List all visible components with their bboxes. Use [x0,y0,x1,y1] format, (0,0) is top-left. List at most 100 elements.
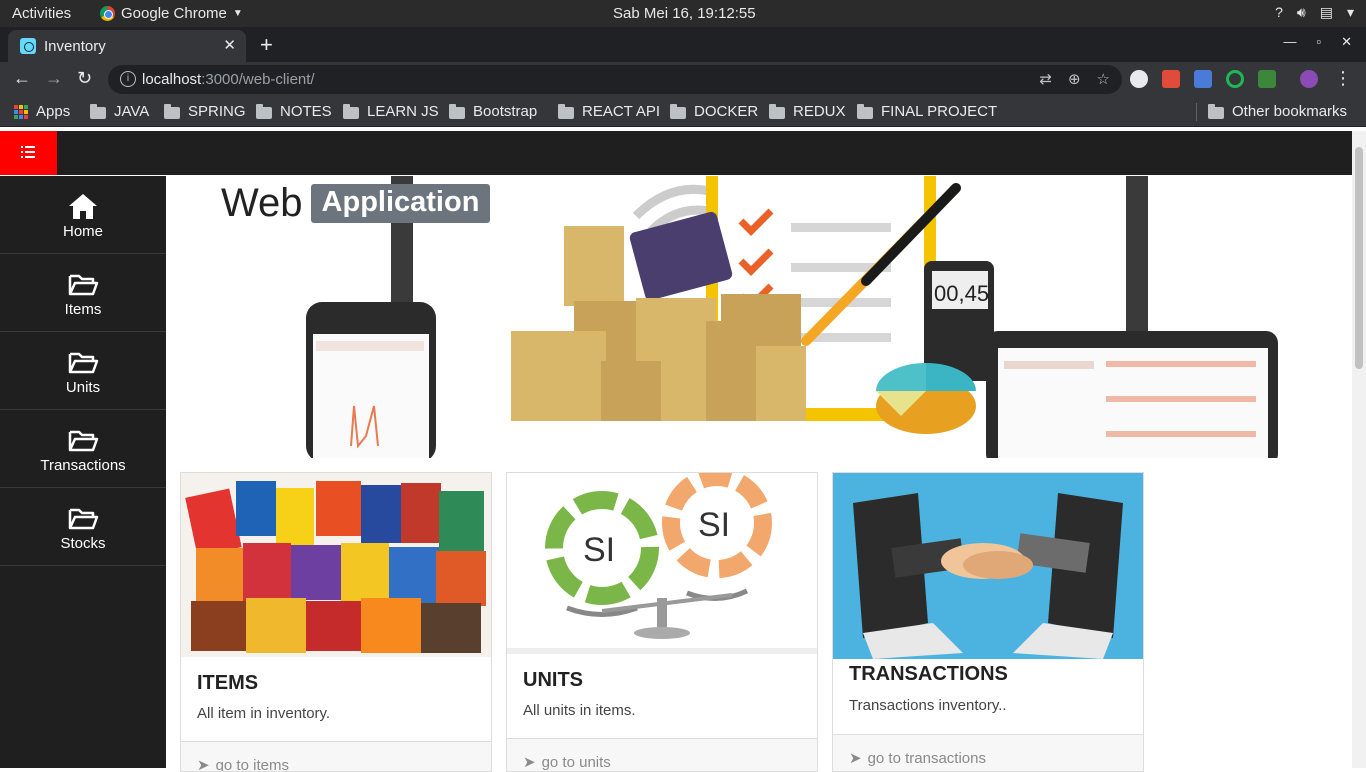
chevron-down-icon: ▼ [233,8,243,19]
question-icon[interactable]: ? [1275,4,1283,21]
sidebar-item-label: Transactions [0,457,166,474]
activities-button[interactable]: Activities [12,5,71,22]
bookmark-label: Bootstrap [473,103,537,120]
extension-h-icon[interactable] [1130,70,1148,88]
bookmark-label: SPRING [188,103,246,120]
folder-open-icon [67,270,99,298]
web-page: Home Items Units Transactions Stocks [0,131,1352,768]
card-items: ITEMS All item in inventory. ➤ go to ite… [180,472,492,772]
app-menu[interactable]: Google Chrome ▼ [100,5,243,22]
tab-strip: Inventory ✕ + — ▫ ✕ [0,27,1366,62]
bookmark-folder[interactable]: SPRING [164,103,246,120]
hero-title-text: Web [221,181,303,226]
bookmark-folder[interactable]: JAVA [90,103,149,120]
profile-avatar-icon[interactable] [1300,70,1318,88]
folder-icon [670,107,686,119]
card-title: TRANSACTIONS [849,663,1008,686]
home-icon [67,192,99,220]
bookmark-label: FINAL PROJECT [881,103,997,120]
close-tab-icon[interactable]: ✕ [223,36,236,54]
card-units: SI SI UNITS All units in items. ➤ go to … [506,472,818,772]
card-title: ITEMS [197,672,258,695]
folder-icon [449,107,465,119]
sidebar-item-home[interactable]: Home [0,176,166,254]
forward-arrow-icon[interactable]: → [45,68,63,89]
site-info-icon[interactable]: i [120,71,136,87]
location-arrow-icon: ➤ [849,749,862,767]
system-tray[interactable]: ? 🔊︎ ▤ ▾ [1275,4,1354,21]
location-arrow-icon: ➤ [523,753,536,771]
close-window-icon[interactable]: ✕ [1341,34,1352,50]
chrome-icon [100,6,115,21]
folder-open-icon [67,504,99,532]
extension-red-icon[interactable] [1162,70,1180,88]
maximize-icon[interactable]: ▫ [1316,34,1321,50]
bookmark-label: DOCKER [694,103,758,120]
sidebar-item-label: Items [0,301,166,318]
go-to-items-link[interactable]: ➤ go to items [197,756,289,772]
bookmark-folder[interactable]: FINAL PROJECT [857,103,997,120]
go-to-units-link[interactable]: ➤ go to units [523,753,611,771]
window-controls: — ▫ ✕ [1283,34,1352,50]
url-host: localhost [142,71,201,88]
bookmark-star-icon[interactable]: ☆ [1097,70,1110,88]
sidebar-item-label: Home [0,223,166,240]
reload-icon[interactable]: ↻ [77,68,92,89]
folder-icon [256,107,272,119]
bookmark-label: Apps [36,103,70,120]
browser-tab[interactable]: Inventory ✕ [8,30,246,62]
sidebar-item-stocks[interactable]: Stocks [0,488,166,566]
go-to-transactions-link[interactable]: ➤ go to transactions [849,749,986,767]
sidebar-item-transactions[interactable]: Transactions [0,410,166,488]
translate-icon[interactable]: ⇄ [1039,70,1052,88]
bookmark-folder[interactable]: REDUX [769,103,846,120]
bookmarks-divider [1196,103,1197,121]
clipboard-icon[interactable]: ▤ [1320,4,1333,21]
sidebar-item-items[interactable]: Items [0,254,166,332]
new-tab-button[interactable]: + [260,32,273,58]
other-bookmarks-label: Other bookmarks [1232,103,1347,120]
card-footer: ➤ go to items [181,741,492,772]
svg-text:00,45: 00,45 [934,281,989,306]
address-bar[interactable]: i localhost:3000/web-client/ ⇄ ⊕ ☆ [108,65,1122,94]
sidebar-item-units[interactable]: Units [0,332,166,410]
translate-extension-icon[interactable] [1194,70,1212,88]
sidebar-toggle-button[interactable] [0,131,57,175]
handshake-image [833,473,1143,659]
bookmark-apps[interactable]: Apps [14,103,70,120]
react-favicon-icon [20,38,36,54]
power-menu-icon[interactable]: ▾ [1347,4,1354,21]
hero-badge: Application [311,184,491,223]
bookmark-folder[interactable]: LEARN JS [343,103,439,120]
clock[interactable]: Sab Mei 16, 19:12:55 [613,5,756,22]
extensions-area [1130,70,1318,88]
system-top-bar: Activities Google Chrome ▼ Sab Mei 16, 1… [0,0,1366,27]
image-gap [507,648,818,654]
card-transactions: TRANSACTIONS Transactions inventory.. ➤ … [832,472,1144,772]
nodejs-extension-icon[interactable] [1258,70,1276,88]
bookmark-label: JAVA [114,103,149,120]
card-text: All units in items. [523,702,636,719]
volume-icon[interactable]: 🔊︎ [1297,4,1306,21]
folder-open-icon [67,426,99,454]
bookmark-folder[interactable]: DOCKER [670,103,758,120]
bookmark-folder[interactable]: REACT API [558,103,660,120]
bookmark-label: REACT API [582,103,660,120]
page-scrollbar[interactable] [1352,131,1366,768]
card-link-label: go to items [216,757,289,772]
snacks-image [181,473,491,657]
bookmark-folder[interactable]: NOTES [256,103,332,120]
scrollbar-thumb[interactable] [1355,147,1363,369]
app-menu-label: Google Chrome [121,5,227,22]
minimize-icon[interactable]: — [1283,34,1296,50]
url-text[interactable]: localhost:3000/web-client/ [142,71,315,88]
bookmark-folder[interactable]: Bootstrap [449,103,537,120]
other-bookmarks[interactable]: Other bookmarks [1208,103,1347,120]
tab-title: Inventory [44,38,106,55]
chrome-menu-icon[interactable]: ⋮ [1334,68,1352,89]
card-title: UNITS [523,669,583,692]
extension-green-ring-icon[interactable] [1226,70,1244,88]
back-arrow-icon[interactable]: ← [13,68,31,89]
zoom-icon[interactable]: ⊕ [1068,70,1081,88]
url-path: :3000/web-client/ [201,71,314,88]
